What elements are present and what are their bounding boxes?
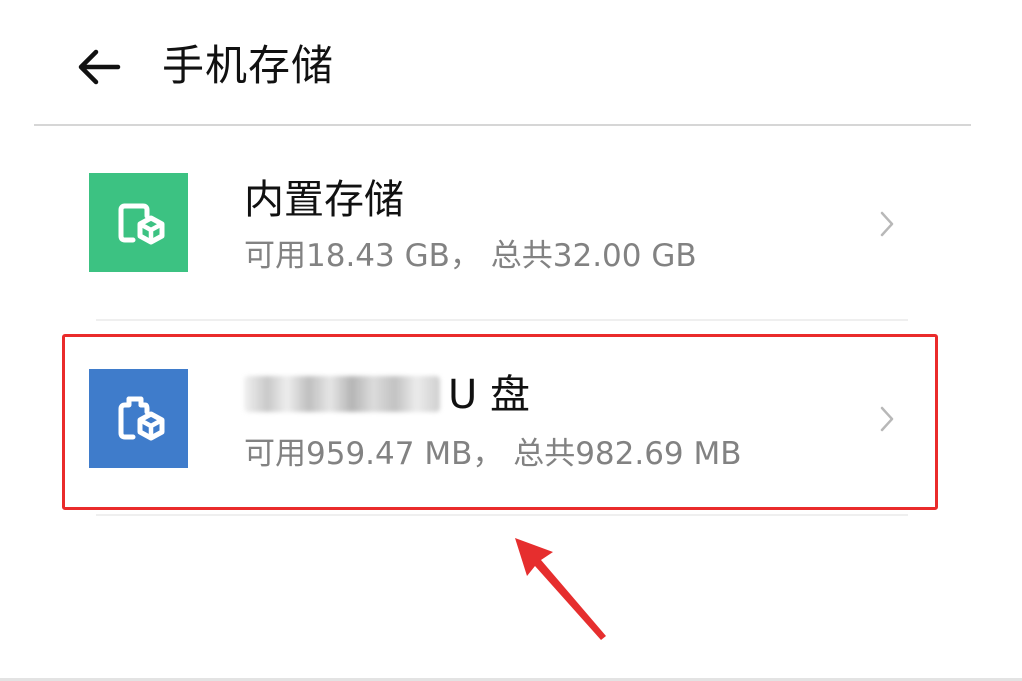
chevron-right-icon [877, 403, 897, 435]
internal-storage-icon [89, 173, 188, 272]
usb-storage-title-suffix: U 盘 [448, 372, 530, 418]
arrow-left-icon [78, 49, 121, 85]
header-divider [34, 124, 971, 126]
usb-storage-detail: 可用959.47 MB， 总共982.69 MB [244, 436, 742, 472]
list-divider [96, 319, 908, 321]
app-header: 手机存储 [0, 0, 1022, 125]
chevron-right-icon [877, 208, 897, 240]
internal-storage-title: 内置存储 [244, 177, 404, 223]
internal-storage-item[interactable]: 内置存储 可用18.43 GB， 总共32.00 GB [60, 160, 936, 285]
redacted-device-name [244, 376, 440, 412]
pointer-arrow-icon [515, 538, 606, 640]
back-button[interactable] [74, 42, 124, 92]
usb-storage-icon [89, 369, 188, 468]
internal-storage-detail: 可用18.43 GB， 总共32.00 GB [244, 238, 697, 274]
usb-storage-title: U 盘 [244, 370, 530, 420]
list-divider [96, 514, 908, 516]
page-title: 手机存储 [162, 41, 335, 90]
usb-storage-item[interactable]: U 盘 可用959.47 MB， 总共982.69 MB [60, 334, 936, 508]
